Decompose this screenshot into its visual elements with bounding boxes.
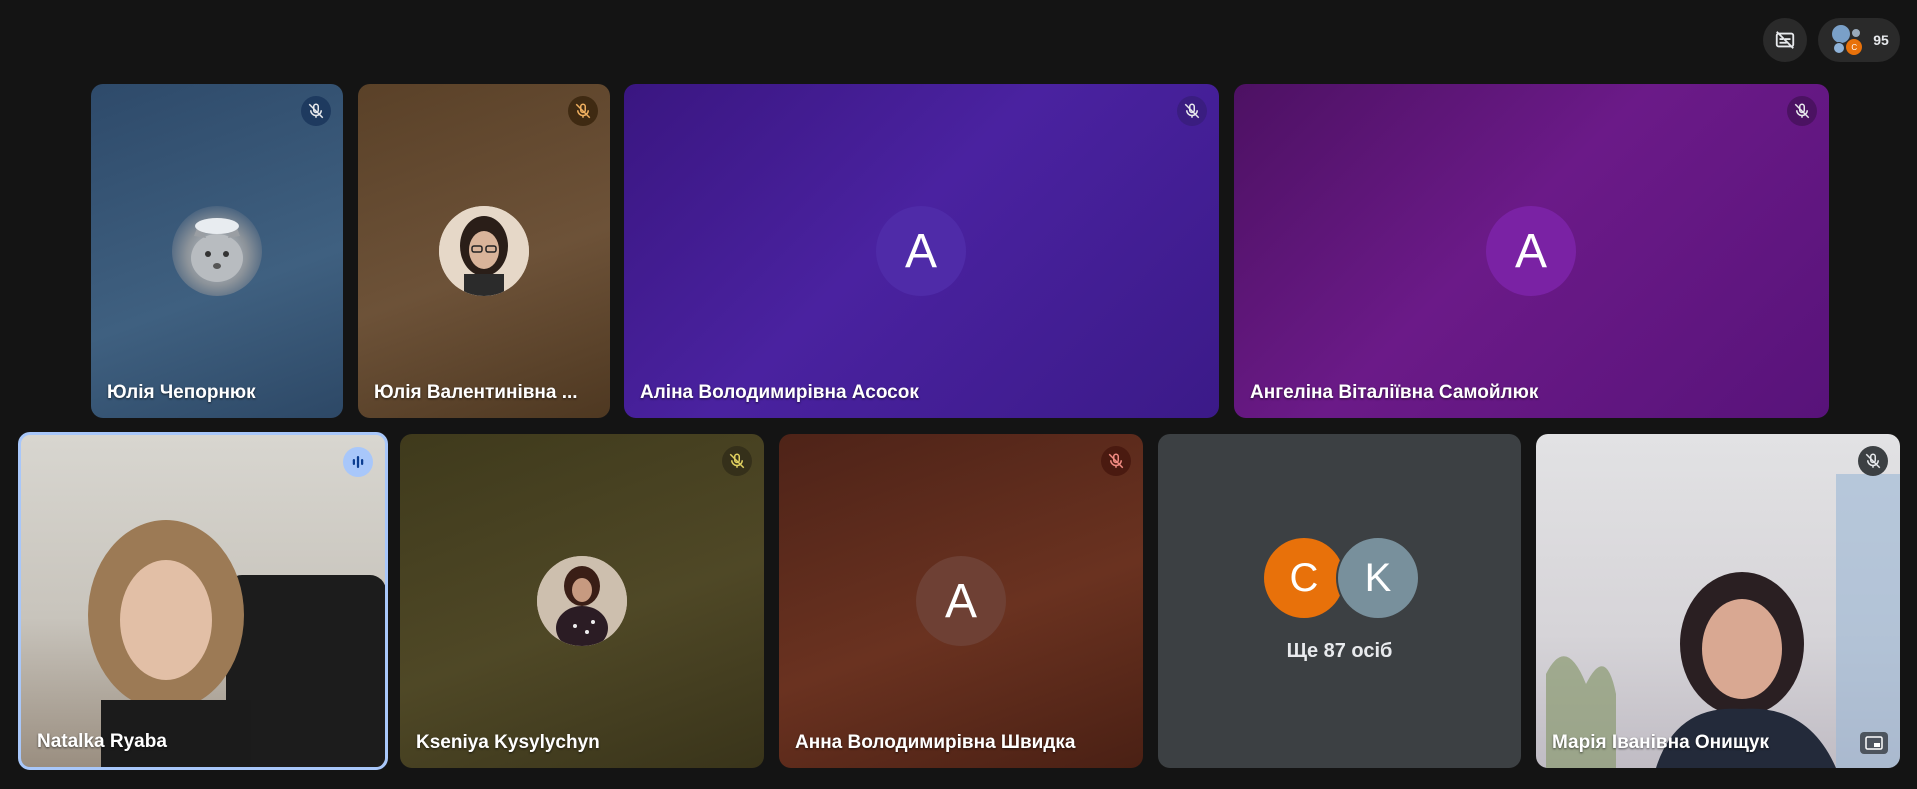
mic-off-badge	[1101, 446, 1131, 476]
participant-name: Анна Володимирівна Швидка	[795, 732, 1076, 753]
participants-avatars: C	[1829, 22, 1865, 58]
top-bar: C 95	[0, 0, 1917, 78]
mic-off-icon	[308, 103, 324, 119]
avatar: А	[876, 206, 966, 296]
avatar-letter: А	[904, 224, 937, 278]
participant-tile[interactable]: А Ангеліна Віталіївна Самойлюк	[1234, 84, 1829, 418]
participant-name: Юлія Чепорнюк	[107, 382, 256, 403]
avatar	[172, 206, 262, 296]
mic-off-icon	[1865, 453, 1881, 469]
participant-name: Natalka Ryaba	[37, 731, 167, 752]
mic-off-badge	[301, 96, 331, 126]
mic-off-icon	[1108, 453, 1124, 469]
avatar-letter: K	[1364, 555, 1392, 600]
avatar-letter: А	[1514, 224, 1547, 278]
avatar: С	[1264, 538, 1344, 618]
mic-off-badge	[1177, 96, 1207, 126]
participant-tile[interactable]: А Аліна Володимирівна Асосок	[624, 84, 1219, 418]
mic-off-icon	[1794, 103, 1810, 119]
participant-tile-speaking[interactable]: Natalka Ryaba	[18, 432, 388, 770]
participant-name: Юлія Валентинівна ...	[374, 382, 578, 403]
avatar: C	[1845, 38, 1864, 56]
mic-off-badge	[568, 96, 598, 126]
lynx-photo-icon	[191, 218, 243, 282]
avatar: А	[1486, 206, 1576, 296]
avatar	[439, 206, 529, 296]
avatar	[1851, 28, 1862, 38]
avatar-letter: С	[1289, 555, 1319, 600]
captions-button[interactable]	[1763, 18, 1807, 62]
mic-off-icon	[729, 453, 745, 469]
mic-off-badge	[1787, 96, 1817, 126]
person-photo-icon	[439, 206, 529, 296]
participant-tile[interactable]: Kseniya Kysylychyn	[400, 434, 764, 768]
mic-off-badge	[722, 446, 752, 476]
participant-name: Марія Іванівна Онищук	[1552, 732, 1769, 753]
participant-tile[interactable]: А Анна Володимирівна Швидка	[779, 434, 1143, 768]
participants-count: 95	[1873, 32, 1889, 48]
video-feed	[88, 520, 385, 767]
person-photo-icon	[537, 556, 627, 646]
more-participants-tile[interactable]: С K Ще 87 осіб	[1158, 434, 1521, 768]
speaking-badge	[343, 447, 373, 477]
participant-name: Ангеліна Віталіївна Самойлюк	[1250, 382, 1539, 403]
participant-tile[interactable]: Юлія Чепорнюк	[91, 84, 343, 418]
mic-off-icon	[575, 103, 591, 119]
participant-tile[interactable]: Юлія Валентинівна ...	[358, 84, 610, 418]
participants-button[interactable]: C 95	[1818, 18, 1900, 62]
participant-name: Аліна Володимирівна Асосок	[640, 382, 919, 403]
audio-level-icon	[352, 456, 364, 468]
avatar	[537, 556, 627, 646]
avatar: А	[916, 556, 1006, 646]
mic-off-badge	[1858, 446, 1888, 476]
video-feed	[1546, 474, 1900, 768]
avatar-letter: А	[944, 574, 977, 628]
more-participants-label: Ще 87 осіб	[1286, 640, 1393, 662]
picture-in-picture-icon	[1865, 736, 1883, 750]
avatar	[1833, 42, 1846, 54]
participant-name: Kseniya Kysylychyn	[416, 732, 600, 753]
participant-tile[interactable]: Марія Іванівна Онищук	[1536, 434, 1900, 768]
mic-off-icon	[1184, 103, 1200, 119]
avatar: K	[1336, 536, 1420, 620]
pip-button[interactable]	[1860, 732, 1888, 754]
captions-off-icon	[1775, 31, 1795, 49]
